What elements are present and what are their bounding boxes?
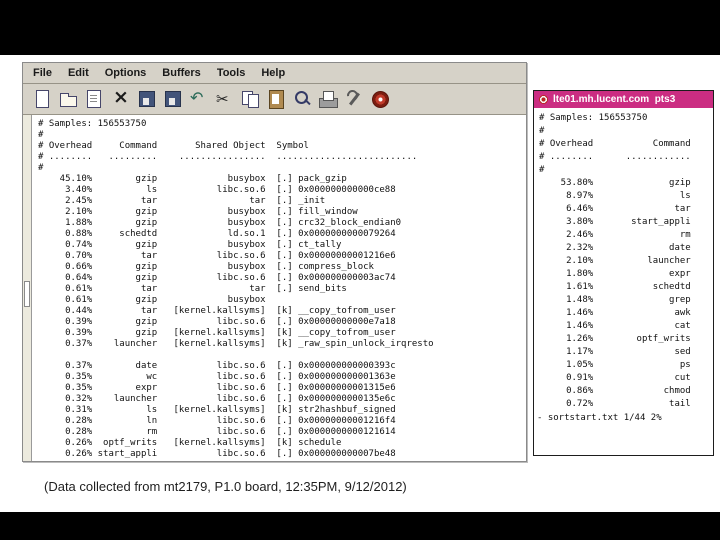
cut-icon[interactable] — [213, 88, 235, 110]
terminal-window-icon — [539, 95, 548, 104]
editor-menubar: File Edit Options Buffers Tools Help — [23, 63, 526, 84]
slide: File Edit Options Buffers Tools Help # S… — [0, 0, 720, 540]
terminal-status-line: - sortstart.txt 1/44 2% — [537, 413, 662, 423]
terminal-titlebar[interactable]: lte01.mh.lucent.com pts3 — [534, 91, 713, 108]
editor-buffer-text[interactable]: # Samples: 156553750 # # Overhead Comman… — [32, 115, 526, 461]
save-icon[interactable] — [135, 88, 157, 110]
slide-body: File Edit Options Buffers Tools Help # S… — [0, 55, 720, 512]
undo-icon[interactable] — [187, 88, 209, 110]
new-file-icon[interactable] — [31, 88, 53, 110]
paste-icon[interactable] — [265, 88, 287, 110]
save-as-icon[interactable] — [161, 88, 183, 110]
caption-text: (Data collected from mt2179, P1.0 board,… — [44, 479, 407, 494]
close-buffer-icon[interactable] — [109, 86, 131, 110]
help-icon[interactable] — [369, 88, 391, 110]
print-icon[interactable] — [317, 88, 339, 110]
terminal-text[interactable]: # Samples: 156553750 # # Overhead Comman… — [534, 108, 713, 411]
menu-item[interactable]: Options — [105, 67, 147, 79]
terminal-title: lte01.mh.lucent.com pts3 — [553, 94, 676, 105]
menu-item[interactable]: Tools — [217, 67, 246, 79]
editor-window: File Edit Options Buffers Tools Help # S… — [22, 62, 527, 462]
editor-scrollbar[interactable] — [23, 115, 32, 461]
menu-item[interactable]: Buffers — [162, 67, 201, 79]
menu-item[interactable]: Edit — [68, 67, 89, 79]
dired-icon[interactable] — [83, 88, 105, 110]
customize-icon[interactable] — [343, 88, 365, 110]
search-icon[interactable] — [291, 88, 313, 110]
open-folder-icon[interactable] — [57, 88, 79, 110]
terminal-window: lte01.mh.lucent.com pts3 # Samples: 1565… — [533, 90, 714, 456]
editor-buffer-area: # Samples: 156553750 # # Overhead Comman… — [23, 115, 526, 461]
editor-scrollbar-thumb[interactable] — [24, 281, 30, 308]
menu-item[interactable]: Help — [261, 67, 285, 79]
menu-item[interactable]: File — [33, 67, 52, 79]
copy-icon[interactable] — [239, 88, 261, 110]
editor-toolbar — [23, 84, 526, 115]
